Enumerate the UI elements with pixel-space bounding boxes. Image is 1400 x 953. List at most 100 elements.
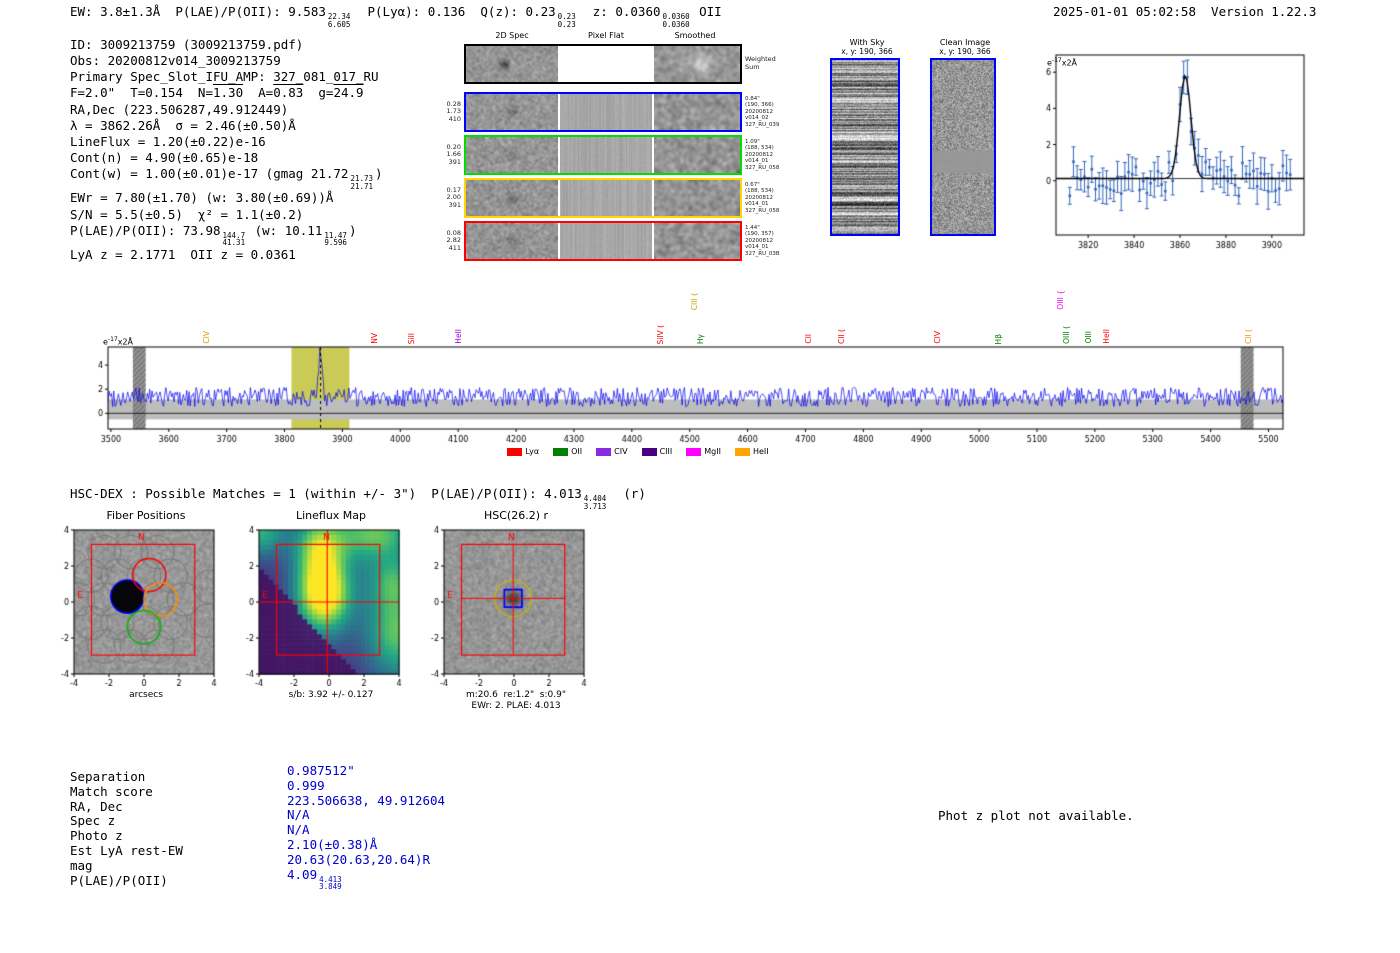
info-line-plae: P(LAE)/P(OII): 73.98 144.7 41.31 (w: 10.11… — [70, 223, 383, 247]
legend-label: CIV — [614, 447, 628, 456]
hsc-cutout-title: HSC(26.2) r — [483, 509, 549, 522]
lineflux-caption: s/b: 3.92 +/- 0.127 — [288, 690, 374, 700]
match-value-specz: N/A — [287, 807, 310, 823]
legend-swatch — [734, 447, 750, 456]
with-sky-title: With Sky — [849, 38, 885, 47]
legend-item: HeII — [734, 447, 769, 456]
smoothed-image — [654, 94, 740, 130]
clean-image — [930, 58, 996, 236]
spec2d-fiber-annotation: 1.09" (188, 534) 20200812 v014_01 327_RU_058 — [745, 139, 799, 171]
spec2d-header-2dspec: 2D Spec — [495, 31, 529, 40]
match-label-photoz: Photo z — [70, 828, 123, 844]
clean-image-title: Clean Image — [939, 38, 991, 47]
spec2d-weight-labels: 0.17 2.00 391 — [440, 186, 464, 210]
legend-label: CIII — [659, 447, 673, 456]
fullspec-unit-label: e-17x2Å — [103, 336, 133, 347]
photz-unavailable-note: Phot z plot not available. — [938, 808, 1134, 823]
match-plae-lower: 3.849 — [319, 882, 342, 892]
unit-exp: -17 — [107, 336, 118, 343]
spec2d-image-strip — [464, 221, 742, 261]
hsc-band-text: (r) — [608, 486, 646, 501]
spec2d-fiber-annotation: 1.44" (190, 357) 20200812 v014_01 327_RU_03B — [745, 225, 799, 257]
legend-label: Lyα — [525, 447, 540, 456]
legend-item: OII — [553, 447, 582, 456]
match-value-mag: 20.63(20.63,20.64)R — [287, 851, 430, 867]
linefit-unit-label: e-17x2Å — [1047, 57, 1077, 68]
line-fit-plot — [1030, 40, 1315, 255]
spec2d-annotation-line: 327_RU_058 — [745, 164, 780, 171]
spec2d-fiber-annotation: Weighted Sum — [745, 56, 799, 71]
with-sky-coords: x, y: 190, 366 — [841, 47, 893, 56]
smoothed-image — [654, 180, 740, 216]
detection-info-block: ID: 3009213759 (3009213759.pdf) Obs: 202… — [70, 37, 383, 263]
hsc-cutout-plot — [418, 524, 588, 686]
match-label-specz: Spec z — [70, 813, 116, 829]
match-label-separation: Separation — [70, 769, 146, 784]
spec2d-row: Weighted Sum — [440, 44, 840, 84]
qz-uncertainty-stack: 0.23 0.23 — [558, 13, 576, 28]
lineflux-map-widget: Lineflux Map s/b: 3.92 +/- 0.127 — [233, 509, 403, 701]
spec2d-header-pixelflat: Pixel Flat — [588, 31, 624, 40]
match-plae-value: 4.09 — [287, 866, 318, 882]
plae-lower: 6.605 — [327, 19, 351, 29]
legend-item: Lyα — [507, 447, 539, 456]
spec2d-weight-value: 391 — [448, 200, 461, 209]
match-value-radec: 223.506638, 49.912604 — [287, 792, 446, 808]
match-value-score: 0.999 — [287, 777, 325, 793]
pixel-flat-image — [560, 46, 652, 82]
info-line-cont-n: Cont(n) = 4.90(±0.65)e-18 — [70, 150, 259, 166]
legend-item: MgII — [686, 447, 721, 456]
spec2d-weight-value: 410 — [448, 114, 461, 123]
spectral-line-labels: CIVNVSiIIHeIISiIV (CIII (HγCIICII (CIVHβ… — [88, 262, 1303, 344]
hsc-caption-ewr-plae: EWr: 2. PLAE: 4.013 — [471, 701, 561, 711]
smoothed-image — [654, 223, 740, 259]
info-line-obs: Obs: 20200812v014_3009213759 — [70, 53, 281, 69]
spec2d-fiber-annotation: 0.67" (188, 534) 20200812 v014_01 327_RU_058 — [745, 182, 799, 214]
match-value-plae: 4.09 4.413 3.849 — [287, 866, 445, 892]
spec2d-image — [466, 46, 558, 82]
spec2d-image — [466, 137, 558, 173]
with-sky-panel: With Sky x, y: 190, 366 — [830, 38, 904, 240]
spec2d-image-strip — [464, 44, 742, 84]
spec2d-weight-labels: 0.08 2.82 411 — [440, 229, 464, 253]
header-ew-plae-text: EW: 3.8±1.3Å P(LAE)/P(OII): 9.583 — [70, 4, 326, 19]
match-label-score: Match score — [70, 783, 153, 799]
fiber-positions-widget: Fiber Positions arcsecs — [48, 509, 218, 701]
spec2d-image-strip — [464, 92, 742, 132]
info-line-redshifts: LyA z = 2.1771 OII z = 0.0361 — [70, 246, 296, 262]
clean-image-panel: Clean Image x, y: 190, 366 — [930, 38, 1000, 240]
z-lower: 0.0360 — [662, 19, 690, 29]
seeing-text2: A= — [243, 85, 274, 101]
legend-swatch — [686, 447, 702, 456]
fiber-positions-plot — [48, 524, 218, 686]
spec2d-rows: Weighted Sum 0.28 1.73 410 0.84" (190, 366) 202… — [440, 44, 840, 261]
spec2d-column-headers: 2D Spec Pixel Flat Smoothed — [440, 31, 840, 44]
info-line-id: ID: 3009213759 (3009213759.pdf) — [70, 37, 304, 52]
fiber-positions-title: Fiber Positions — [106, 509, 186, 522]
match-value-photoz: N/A — [287, 822, 310, 838]
hsc-caption-morphology: m:20.6 re:1.2" s:0.9" — [466, 690, 566, 700]
header-plya-qz-text: P(Lyα): 0.136 Q(z): 0.23 — [352, 4, 556, 19]
spec2d-annotation-line: 327_RU_039 — [745, 121, 780, 128]
seeing-text3: g= — [303, 85, 334, 101]
pixel-flat-image — [560, 180, 652, 216]
legend-swatch — [553, 447, 569, 456]
plae2-lower: 9.596 — [324, 238, 347, 248]
hsc-dex-match-line: HSC-DEX : Possible Matches = 1 (within +… — [70, 486, 646, 510]
spectral-line-label: OIII { — [1056, 290, 1066, 310]
spectrum-legend: Lyα OII CIV CIII MgII HeII — [88, 447, 1188, 456]
legend-swatch — [641, 447, 657, 456]
clean-image-coords: x, y: 190, 366 — [939, 47, 991, 56]
plae-text: P(LAE)/P(OII): 73.98 — [70, 222, 221, 238]
full-spectrum-plot — [88, 335, 1303, 447]
hsc-match-text: HSC-DEX : Possible Matches = 1 (within +… — [70, 486, 582, 501]
hsc-plae-stack: 4.404 3.713 — [584, 495, 607, 510]
info-line-lineflux: LineFlux = 1.20(±0.22)e-16 — [70, 133, 266, 149]
match-label-plae: P(LAE)/P(OII) — [70, 872, 168, 888]
legend-label: OII — [571, 447, 583, 456]
fiber-xlabel: arcsecs — [129, 690, 163, 700]
match-label-mag: mag — [70, 857, 93, 873]
smoothed-image — [654, 137, 740, 173]
header-line-id: OII — [691, 4, 722, 19]
pixel-flat-image — [560, 94, 652, 130]
